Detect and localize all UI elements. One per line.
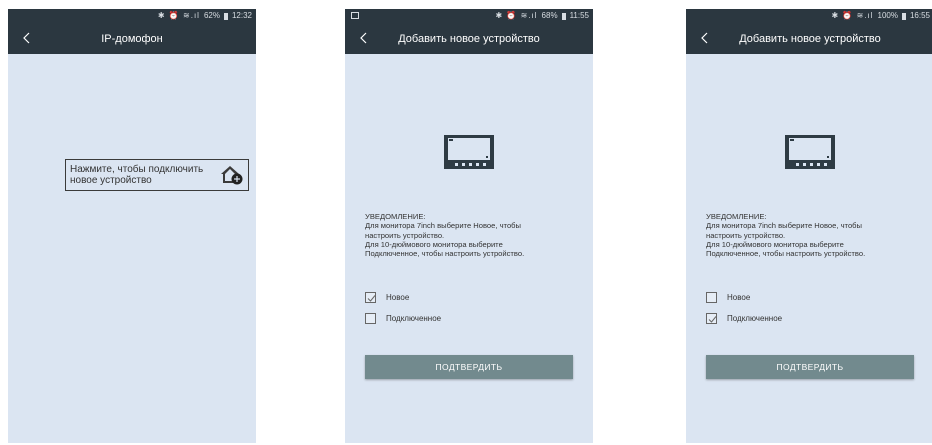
connect-new-device-label: Нажмите, чтобы подключить новое устройст… [70, 164, 210, 186]
option-new[interactable]: Новое [706, 292, 750, 303]
status-time: 11:55 [569, 11, 589, 20]
system-status-icons: ✱ ⏰ ≋.ıl [495, 11, 538, 20]
status-time: 12:32 [231, 11, 252, 20]
status-bar: ✱ ⏰ ≋.ıl 68% 11:55 [345, 9, 593, 23]
confirm-button[interactable]: ПОДТВЕРДИТЬ [706, 355, 914, 379]
notice-line: Для монитора 7inch выберите Новое, чтобы [706, 221, 862, 231]
notice-line: настроить устройство. [706, 230, 786, 240]
connect-label-line-2: новое устройство [70, 175, 152, 186]
status-time: 16:55 [909, 11, 930, 20]
notice-line: Подключенное, чтобы настроить устройство… [706, 249, 866, 259]
system-status-icons: ✱ ⏰ ≋.ıl [831, 11, 874, 20]
notice-line: Подключенное, чтобы настроить устройство… [365, 249, 525, 259]
notice-heading: УВЕДОМЛЕНИЕ: [365, 212, 426, 221]
option-connected[interactable]: Подключенное [706, 313, 782, 324]
page-title: IP-домофон [101, 32, 163, 45]
status-bar: ✱ ⏰ ≋.ıl 100% 16:55 [686, 9, 932, 23]
notice-line: Для 10-дюймового монитора выберите [365, 239, 503, 249]
battery-level: 100% [877, 11, 898, 20]
option-label: Новое [386, 293, 410, 302]
app-bar: IP-домофон [8, 23, 256, 54]
option-label: Новое [727, 293, 751, 302]
phone-screen-ip-intercom: ✱ ⏰ ≋.ıl 62% 12:32 IP-домофон Нажмите, ч… [8, 9, 256, 443]
notice-line: Для 10-дюймового монитора выберите [706, 239, 844, 249]
confirm-button[interactable]: ПОДТВЕРДИТЬ [365, 355, 573, 379]
phone-screen-add-device-connected: ✱ ⏰ ≋.ıl 100% 16:55 Добавить новое устро… [686, 9, 932, 443]
chevron-left-icon[interactable] [18, 30, 34, 46]
page-title: Добавить новое устройство [739, 32, 881, 45]
option-new[interactable]: Новое [365, 292, 409, 303]
battery-icon [561, 12, 566, 20]
battery-icon [901, 12, 906, 20]
option-connected[interactable]: Подключенное [365, 313, 441, 324]
connect-new-device-button[interactable]: Нажмите, чтобы подключить новое устройст… [65, 159, 249, 191]
notice-text: УВЕДОМЛЕНИЕ: Для монитора 7inch выберите… [365, 212, 580, 258]
status-bar: ✱ ⏰ ≋.ıl 62% 12:32 [8, 9, 256, 23]
option-label: Подключенное [727, 314, 783, 323]
battery-level: 68% [541, 11, 558, 20]
notice-line: настроить устройство. [365, 230, 445, 240]
chevron-left-icon[interactable] [696, 30, 712, 46]
checkbox-connected[interactable] [706, 313, 717, 324]
app-bar: Добавить новое устройство [345, 23, 593, 54]
battery-level: 62% [203, 11, 220, 20]
system-status-icons: ✱ ⏰ ≋.ıl [157, 11, 200, 20]
connect-label-line-1: Нажмите, чтобы подключить [70, 164, 204, 175]
phone-screen-add-device-new: ✱ ⏰ ≋.ıl 68% 11:55 Добавить новое устрой… [345, 9, 593, 443]
checkbox-connected[interactable] [365, 313, 376, 324]
image-notification-icon [351, 12, 359, 19]
monitor-icon [443, 134, 495, 170]
notice-text: УВЕДОМЛЕНИЕ: Для монитора 7inch выберите… [706, 212, 921, 258]
notice-heading: УВЕДОМЛЕНИЕ: [706, 212, 767, 221]
notice-line: Для монитора 7inch выберите Новое, чтобы [365, 221, 521, 231]
home-add-icon [220, 164, 244, 186]
page-title: Добавить новое устройство [398, 32, 540, 45]
app-bar: Добавить новое устройство [686, 23, 932, 54]
battery-icon [223, 12, 228, 20]
option-label: Подключенное [386, 314, 442, 323]
checkbox-new[interactable] [365, 292, 376, 303]
checkbox-new[interactable] [706, 292, 717, 303]
monitor-icon [784, 134, 836, 170]
chevron-left-icon[interactable] [355, 30, 371, 46]
